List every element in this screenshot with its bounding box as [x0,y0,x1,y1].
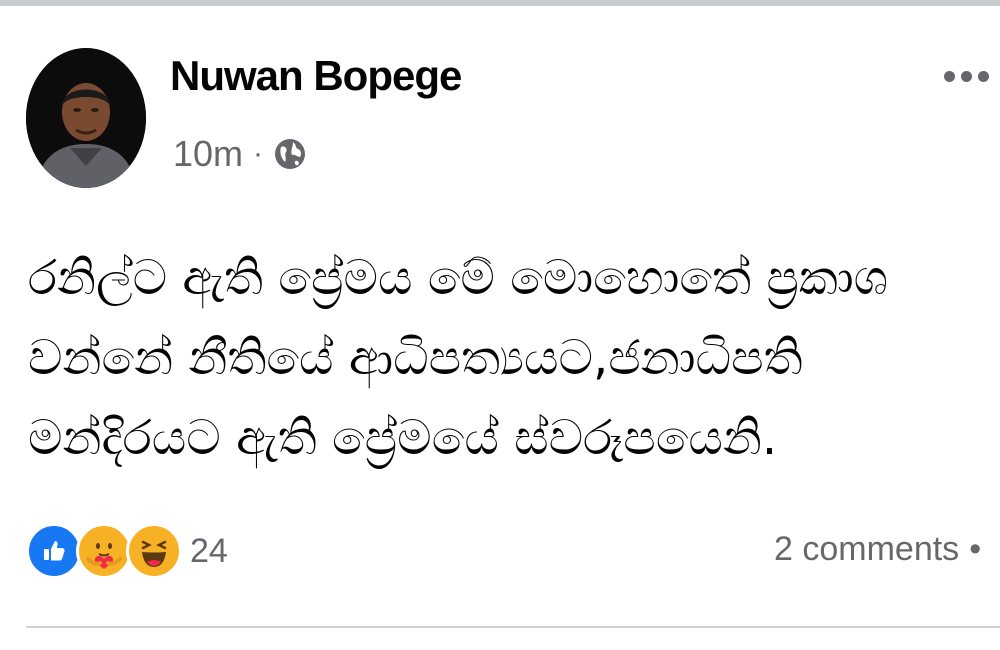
comments-link[interactable]: 2 comments • [774,530,981,569]
top-border [0,0,1000,6]
globe-icon[interactable] [273,137,307,171]
like-icon [26,523,82,579]
more-dot [961,70,972,82]
post-timestamp[interactable]: 10m [173,133,243,175]
comments-bullet: • [969,530,982,568]
divider [26,626,1000,628]
post-text: රනිල්ට ඇති ප්‍රේමය මේ මොහොතේ ප්‍රකාශ වන්… [28,238,988,478]
reaction-count: 24 [190,531,228,570]
more-options-icon[interactable] [944,60,1000,92]
reactions-summary[interactable]: 24 [26,523,228,579]
post-meta: 10m · [173,133,307,175]
more-dot [944,70,955,82]
post-text-line: රනිල්ට ඇති ප්‍රේමය මේ මොහොතේ ප්‍රකාශ [28,250,888,306]
post-text-line: වන්නේ නීතියේ ආධිපත්‍යයට,ජනාධිපති [28,330,803,386]
more-dot [978,70,989,82]
haha-icon [126,523,182,579]
care-icon [76,523,132,579]
avatar[interactable] [26,48,146,188]
post-author-name[interactable]: Nuwan Bopege [170,52,462,100]
comments-count: 2 comments [774,530,960,568]
post-text-line: මන්දිරයට ඇති ප්‍රේමයේ ස්වරූපයෙනි. [28,410,778,466]
meta-separator: · [253,137,264,170]
